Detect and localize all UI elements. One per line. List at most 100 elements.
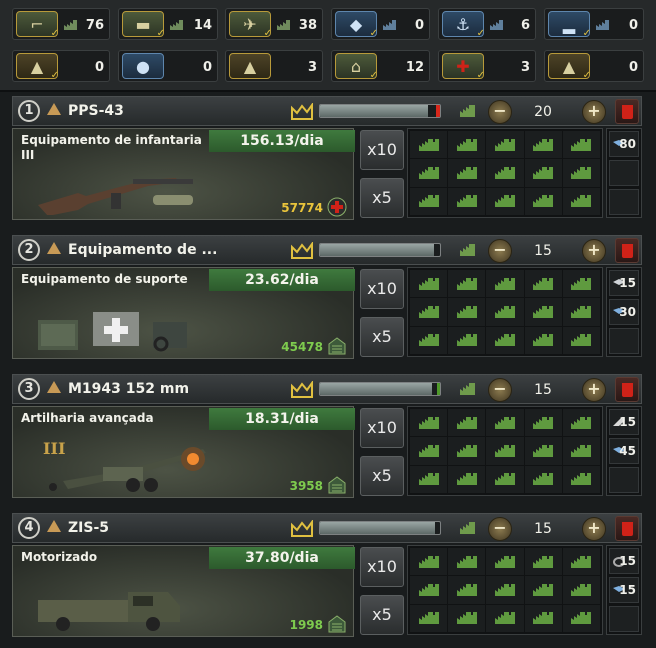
factory-icon <box>418 444 439 457</box>
stock-medical[interactable]: ✚ ✓ 3 <box>438 50 536 82</box>
equipment-name[interactable]: ZIS-5 <box>68 520 109 536</box>
stock-water[interactable]: ● 0 <box>118 50 218 82</box>
factory-slot <box>562 604 600 632</box>
x10-button[interactable]: x10 <box>360 547 404 587</box>
equipment-name[interactable]: Equipamento de ... <box>68 242 217 258</box>
factory-slot <box>524 326 562 354</box>
production-rate: 18.31/dia <box>209 408 355 430</box>
stock-anchor[interactable]: ⚓ ✓ 6 <box>438 8 536 40</box>
dockyard-icon <box>490 20 503 30</box>
factory-icon <box>418 612 439 625</box>
factory-slot <box>410 409 448 437</box>
stock-garage[interactable]: ⌂ ✓ 12 <box>331 50 430 82</box>
resource-slot-empty <box>609 328 639 354</box>
efficiency-icon <box>291 103 313 120</box>
resource-slot-empty <box>609 467 639 493</box>
priority-up-icon[interactable] <box>47 242 61 254</box>
remove-factory-button[interactable]: − <box>488 378 512 402</box>
factory-slot <box>486 604 524 632</box>
add-factory-button[interactable]: + <box>582 100 606 124</box>
delete-line-button[interactable] <box>615 99 639 124</box>
factory-icon <box>456 277 477 290</box>
stock-support-up[interactable]: ▲ ✓ 0 <box>12 50 110 82</box>
factory-slot <box>562 131 600 159</box>
resource-slot-empty <box>609 160 639 186</box>
production-line: 3 M1943 152 mm − 15 + Artilharia avançad… <box>12 374 642 502</box>
factory-icon <box>456 555 477 568</box>
factory-icon <box>571 277 592 290</box>
line-number: 1 <box>18 100 40 122</box>
add-factory-button[interactable]: + <box>582 239 606 263</box>
convoy-ship-icon: ▂ ✓ <box>548 11 591 39</box>
stock-naval[interactable]: ◆ ✓ 0 <box>331 8 430 40</box>
infantry-equipment-icon: ⌐ ✓ <box>16 11 59 39</box>
stock-fighter[interactable]: ✈ ✓ 38 <box>225 8 323 40</box>
x5-button[interactable]: x5 <box>360 178 404 218</box>
delete-line-button[interactable] <box>615 516 639 541</box>
efficiency-fill <box>320 522 436 534</box>
factory-icon <box>533 555 554 568</box>
stockpile-count: 1998 <box>289 618 323 632</box>
x10-button[interactable]: x10 <box>360 130 404 170</box>
delete-line-button[interactable] <box>615 377 639 402</box>
x5-button[interactable]: x5 <box>360 595 404 635</box>
anchor-icon: ⚓ ✓ <box>442 11 485 39</box>
stock-convoy[interactable]: ▂ ✓ 0 <box>544 8 644 40</box>
remove-factory-button[interactable]: − <box>488 100 512 124</box>
factory-icon <box>494 305 515 318</box>
factory-icon <box>456 473 477 486</box>
factory-icon <box>533 166 554 179</box>
equipment-name[interactable]: PPS-43 <box>68 103 124 119</box>
factory-slot <box>524 548 562 576</box>
delete-line-button[interactable] <box>615 238 639 263</box>
resource-steel: 45 <box>609 438 639 464</box>
equipment-card[interactable]: Equipamento de suporte 23.62/dia 45478 <box>12 267 355 359</box>
equipment-card[interactable]: Equipamento de infantaria III 156.13/dia… <box>12 128 355 220</box>
factory-icon <box>533 612 554 625</box>
efficiency-fill <box>320 105 428 117</box>
stock-up[interactable]: ▲ 3 <box>225 50 323 82</box>
tank-icon: ▬ ✓ <box>122 11 165 39</box>
equipment-card[interactable]: Artilharia avançada 18.31/dia III 3958 <box>12 406 355 498</box>
equipment-name[interactable]: M1943 152 mm <box>68 381 189 397</box>
stock-infantry-equipment[interactable]: ⌐ ✓ 76 <box>12 8 110 40</box>
factory-slot <box>448 270 486 298</box>
factory-slot <box>486 465 524 493</box>
factory-slot <box>524 270 562 298</box>
x5-button[interactable]: x5 <box>360 317 404 357</box>
remove-factory-button[interactable]: − <box>488 239 512 263</box>
add-factory-button[interactable]: + <box>582 517 606 541</box>
efficiency-icon <box>291 520 313 537</box>
support-equipment-image <box>38 312 187 352</box>
equipment-card[interactable]: Motorizado 37.80/dia 1998 <box>12 545 355 637</box>
medical-cross-icon: ✚ ✓ <box>442 53 485 81</box>
factory-icon <box>494 195 515 208</box>
resource-tungsten: 15 <box>609 409 639 435</box>
stock-artillery-up[interactable]: ▲ ✓ 0 <box>544 50 644 82</box>
stock-tank[interactable]: ▬ ✓ 14 <box>118 8 218 40</box>
factory-icon <box>460 244 475 256</box>
priority-up-icon[interactable] <box>47 103 61 115</box>
priority-up-icon[interactable] <box>47 381 61 393</box>
factory-slot <box>562 326 600 354</box>
factory-slot <box>486 131 524 159</box>
efficiency-fill <box>320 383 432 395</box>
factory-icon <box>571 612 592 625</box>
remove-factory-button[interactable]: − <box>488 517 512 541</box>
factory-icon <box>571 166 592 179</box>
resource-steel: 80 <box>609 131 639 157</box>
add-factory-button[interactable]: + <box>582 378 606 402</box>
factory-icon <box>460 383 475 395</box>
garage-icon <box>328 337 346 355</box>
factory-icon <box>494 473 515 486</box>
factory-grid <box>407 406 603 496</box>
x10-button[interactable]: x10 <box>360 408 404 448</box>
x10-button[interactable]: x10 <box>360 269 404 309</box>
production-line: 1 PPS-43 − 20 + Equipamento de infantari… <box>12 96 642 224</box>
water-drop-icon: ● <box>122 53 164 79</box>
x5-button[interactable]: x5 <box>360 456 404 496</box>
factory-grid <box>407 545 603 635</box>
priority-up-icon[interactable] <box>47 520 61 532</box>
artillery-image <box>49 447 206 492</box>
factory-icon <box>456 416 477 429</box>
